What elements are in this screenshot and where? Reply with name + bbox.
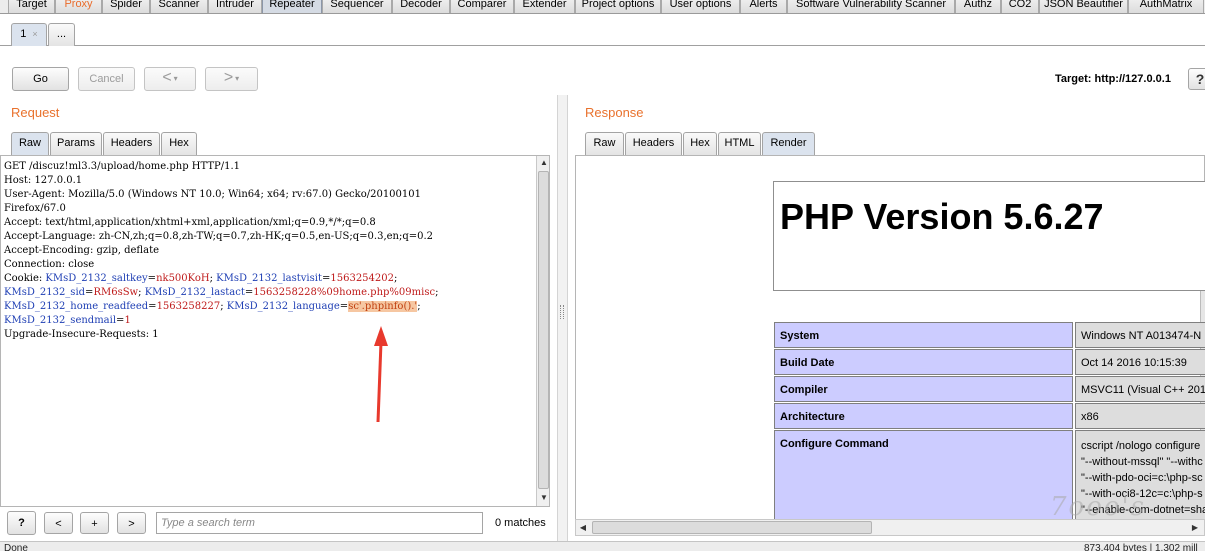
accept-encoding-header: Accept-Encoding: gzip, deflate (4, 245, 160, 256)
tab-json-beautifier[interactable]: JSON Beautifier (1039, 0, 1128, 13)
response-tab-render[interactable]: Render (762, 132, 815, 155)
tab-authmatrix[interactable]: AuthMatrix (1128, 0, 1204, 13)
cookie-header-line-2: KMsD_2132_sid=RM6sSw; KMsD_2132_lastact=… (4, 287, 439, 298)
request-tab-headers[interactable]: Headers (103, 132, 160, 155)
php-row-label: System (774, 322, 1073, 348)
annotation-arrow-icon (374, 326, 388, 423)
status-bar (0, 541, 1205, 551)
pane-divider[interactable] (557, 95, 568, 551)
host-header: Host: 127.0.0.1 (4, 175, 83, 186)
php-row-label: Build Date (774, 349, 1073, 375)
response-tab-hex[interactable]: Hex (683, 132, 717, 155)
arrow-left-icon: < (162, 69, 172, 86)
response-title: Response (585, 105, 644, 120)
chevron-down-icon: ▾ (235, 74, 240, 84)
tab-software-vulnerability-scanner[interactable]: Software Vulnerability Scanner (787, 0, 955, 13)
tab-user-options[interactable]: User options (661, 0, 740, 13)
scroll-right-icon[interactable]: ▶ (1189, 522, 1201, 534)
scroll-up-icon[interactable]: ▲ (538, 157, 549, 169)
tab-target[interactable]: Target (8, 0, 55, 13)
repeater-tab-label: 1 (20, 28, 27, 40)
request-tab-hex[interactable]: Hex (161, 132, 197, 155)
php-row-label: Configure Command (774, 430, 1073, 520)
search-input[interactable]: Type a search term (156, 512, 483, 534)
watermark-logo: 7ooo's (1050, 492, 1146, 522)
repeater-tab-1[interactable]: 1 × (11, 23, 47, 46)
tab-repeater[interactable]: Repeater (262, 0, 322, 13)
scroll-left-icon[interactable]: ◀ (577, 522, 589, 534)
back-button[interactable]: < ▾ (144, 67, 196, 91)
status-text: Done (4, 543, 28, 551)
help-icon[interactable]: ? (7, 511, 36, 535)
cookie-header-line-3: KMsD_2132_home_readfeed=1563258227; KMsD… (4, 301, 424, 312)
tab-alerts[interactable]: Alerts (740, 0, 787, 13)
tab-project-options[interactable]: Project options (575, 0, 661, 13)
chevron-down-icon: ▾ (173, 74, 178, 84)
tab-comparer[interactable]: Comparer (450, 0, 514, 13)
connection-header: Connection: close (4, 259, 95, 270)
request-tab-params[interactable]: Params (50, 132, 102, 155)
request-tab-raw[interactable]: Raw (11, 132, 49, 155)
payload-highlight: sc'.phpinfo().' (348, 301, 418, 312)
tab-decoder[interactable]: Decoder (392, 0, 450, 13)
accept-header: Accept: text/html,application/xhtml+xml,… (4, 217, 376, 228)
response-tab-html[interactable]: HTML (718, 132, 761, 155)
new-tab-button[interactable]: ... (48, 23, 75, 46)
scroll-thumb[interactable] (538, 171, 549, 489)
php-row-label: Compiler (774, 376, 1073, 402)
request-title: Request (11, 105, 60, 120)
tab-co2[interactable]: CO2 (1001, 0, 1039, 13)
repeater-tab-bar: 1 × ... (0, 15, 1205, 46)
user-agent-header: User-Agent: Mozilla/5.0 (Windows NT 10.0… (4, 189, 421, 200)
php-row-value: x86 (1075, 403, 1205, 429)
forward-button[interactable]: > ▾ (205, 67, 258, 91)
tab-intruder[interactable]: Intruder (208, 0, 262, 13)
search-matches-count: 0 matches (495, 517, 546, 529)
search-add-button[interactable]: + (80, 512, 109, 534)
go-button[interactable]: Go (12, 67, 69, 91)
accept-language-header: Accept-Language: zh-CN,zh;q=0.8,zh-TW;q=… (4, 231, 434, 242)
php-row-label: Architecture (774, 403, 1073, 429)
tab-sequencer[interactable]: Sequencer (322, 0, 392, 13)
scroll-down-icon[interactable]: ▼ (538, 492, 549, 504)
search-next-button[interactable]: > (117, 512, 146, 534)
php-version-title: PHP Version 5.6.27 (780, 196, 1104, 237)
php-row-value: MSVC11 (Visual C++ 201 (1075, 376, 1205, 402)
close-icon[interactable]: × (32, 29, 37, 39)
tab-extender[interactable]: Extender (514, 0, 575, 13)
php-row-value: Oct 14 2016 10:15:39 (1075, 349, 1205, 375)
php-row-value: Windows NT A013474-N (1075, 322, 1205, 348)
tab-scanner[interactable]: Scanner (150, 0, 208, 13)
response-tab-headers[interactable]: Headers (625, 132, 682, 155)
tab-proxy[interactable]: Proxy (55, 0, 102, 13)
tab-spider[interactable]: Spider (102, 0, 150, 13)
user-agent-header-cont: Firefox/67.0 (4, 203, 66, 214)
main-tab-bar: Target Proxy Spider Scanner Intruder Rep… (0, 0, 1205, 14)
request-text[interactable]: GET /discuz!ml3.3/upload/home.php HTTP/1… (4, 160, 438, 342)
tab-authz[interactable]: Authz (955, 0, 1001, 13)
target-label[interactable]: Target: http://127.0.0.1 (1055, 73, 1171, 85)
search-prev-button[interactable]: < (44, 512, 73, 534)
response-size-status: 873,404 bytes | 1,302 mill (1084, 543, 1198, 551)
request-scrollbar[interactable]: ▲ ▼ (536, 156, 549, 506)
request-line: GET /discuz!ml3.3/upload/home.php HTTP/1… (4, 161, 241, 172)
request-editor[interactable]: GET /discuz!ml3.3/upload/home.php HTTP/1… (0, 155, 550, 507)
cookie-header-line-1: Cookie: KMsD_2132_saltkey=nk500KoH; KMsD… (4, 273, 398, 284)
scroll-thumb[interactable] (592, 521, 872, 534)
arrow-right-icon: > (223, 69, 234, 86)
help-icon[interactable]: ? (1188, 68, 1205, 90)
cancel-button[interactable]: Cancel (78, 67, 135, 91)
divider-grip-icon[interactable] (560, 305, 564, 319)
response-tab-raw[interactable]: Raw (585, 132, 624, 155)
